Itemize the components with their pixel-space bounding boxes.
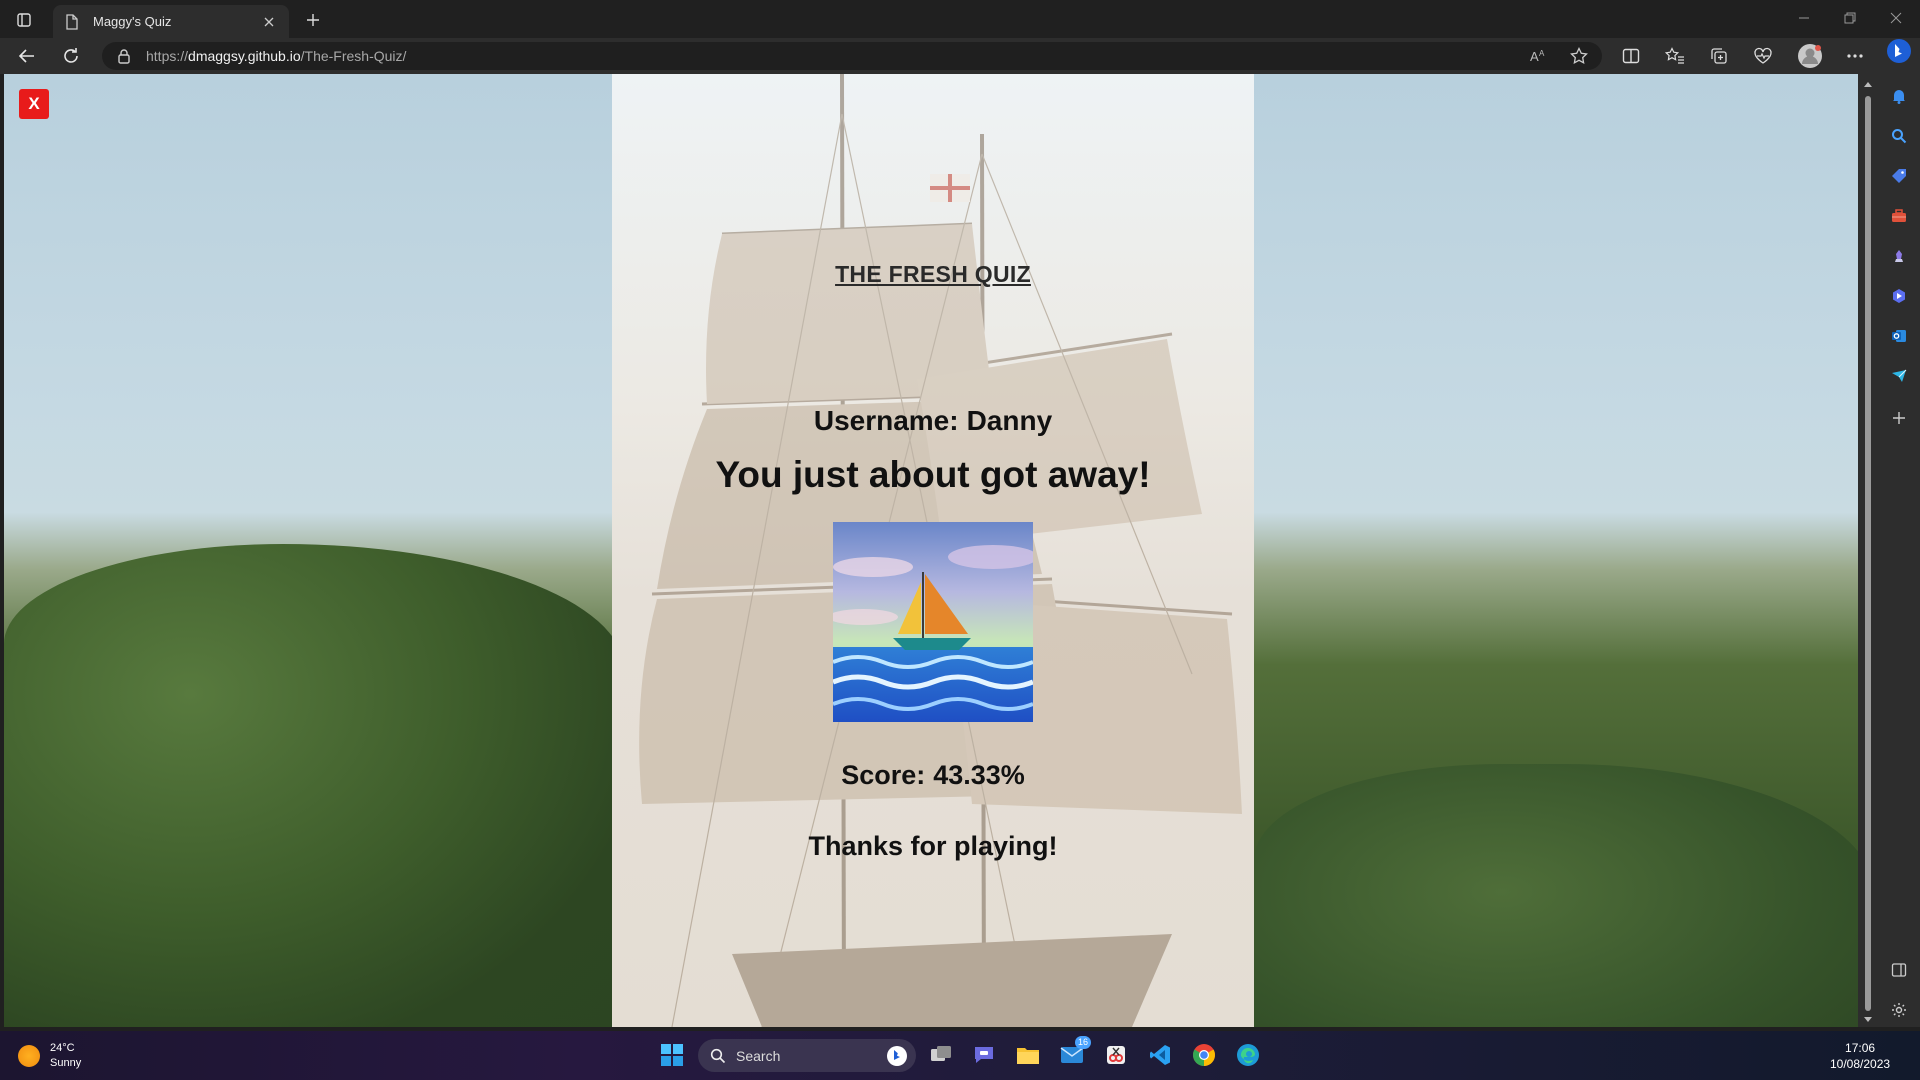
more-options-icon[interactable] <box>1842 44 1868 68</box>
scroll-thumb[interactable] <box>1865 96 1871 1011</box>
weather-temperature: 24°C <box>50 1042 75 1054</box>
quiz-panel: THE FRESH QUIZ Username: Danny You just a… <box>612 74 1254 1027</box>
search-icon <box>710 1048 726 1063</box>
clock-time: 17:06 <box>1845 1041 1876 1055</box>
minimize-icon[interactable] <box>1786 6 1822 30</box>
search-placeholder: Search <box>736 1047 781 1064</box>
favorite-star-icon[interactable] <box>1566 44 1592 68</box>
file-explorer-icon[interactable] <box>1013 1040 1043 1070</box>
svg-text:A: A <box>1539 49 1545 58</box>
lock-icon[interactable] <box>116 48 132 64</box>
quiz-result-content: THE FRESH QUIZ Username: Danny You just a… <box>612 74 1254 1027</box>
score-line: Score: 43.33% <box>612 760 1254 791</box>
background-trees-right <box>1254 764 1858 1027</box>
scroll-down-icon[interactable] <box>1862 1014 1874 1024</box>
notifications-bell-icon[interactable] <box>1887 84 1911 108</box>
close-window-icon[interactable] <box>1878 6 1914 30</box>
tab-close-icon[interactable] <box>259 12 279 32</box>
microsoft-365-icon[interactable] <box>1887 284 1911 308</box>
result-message: You just about got away! <box>715 454 1151 495</box>
username-value: Danny <box>966 405 1053 436</box>
bing-copilot-icon[interactable] <box>1885 36 1913 66</box>
split-screen-icon[interactable] <box>1618 44 1644 68</box>
sailboat-result-image <box>833 522 1033 722</box>
tab-actions-icon[interactable] <box>12 8 36 32</box>
username-line: Username: Danny <box>612 405 1254 437</box>
clock-date: 10/08/2023 <box>1830 1057 1891 1071</box>
read-aloud-icon[interactable]: AA <box>1526 44 1552 68</box>
games-chess-icon[interactable] <box>1887 244 1911 268</box>
tools-briefcase-icon[interactable] <box>1887 204 1911 228</box>
thanks-message: Thanks for playing! <box>808 831 1058 861</box>
page-icon <box>63 13 81 31</box>
taskbar-search-input[interactable]: Search <box>698 1039 916 1072</box>
score-label: Score: <box>841 760 926 790</box>
profile-avatar[interactable] <box>1796 42 1824 70</box>
background-trees <box>4 544 624 1027</box>
mail-unread-badge: 16 <box>1074 1036 1091 1049</box>
browser-toolbar: https://dmaggsy.github.io/The-Fresh-Quiz… <box>0 38 1920 74</box>
search-icon[interactable] <box>1887 124 1911 148</box>
tab-title: Maggy's Quiz <box>93 14 172 29</box>
shopping-tag-icon[interactable] <box>1887 164 1911 188</box>
chrome-icon[interactable] <box>1189 1040 1219 1070</box>
new-tab-icon[interactable] <box>300 8 326 32</box>
sun-icon <box>18 1045 40 1067</box>
hide-sidebar-icon[interactable] <box>1887 958 1911 982</box>
page-viewport: X THE FRESH QUIZ Username: Danny You jus… <box>4 74 1858 1027</box>
edge-browser-icon[interactable] <box>1233 1040 1263 1070</box>
favorites-icon[interactable] <box>1662 44 1688 68</box>
username-label: Username: <box>813 405 959 436</box>
outlook-icon[interactable] <box>1887 324 1911 348</box>
bing-icon <box>887 1045 907 1066</box>
taskbar-clock[interactable]: 17:06 10/08/2023 <box>1830 1040 1890 1072</box>
url-text: https://dmaggsy.github.io/The-Fresh-Quiz… <box>146 48 407 64</box>
task-view-icon[interactable] <box>926 1040 956 1070</box>
scroll-up-icon[interactable] <box>1862 79 1874 89</box>
score-value: 43.33% <box>933 760 1025 790</box>
add-sidebar-app-icon[interactable] <box>1887 406 1911 430</box>
browser-tabbar: Maggy's Quiz <box>0 0 1920 38</box>
refresh-icon[interactable] <box>58 44 84 68</box>
sidebar-settings-gear-icon[interactable] <box>1887 998 1911 1022</box>
weather-condition: Sunny <box>50 1057 82 1069</box>
weather-widget[interactable]: 24°C Sunny <box>18 1041 81 1071</box>
snipping-tool-icon[interactable] <box>1101 1040 1131 1070</box>
address-bar[interactable]: https://dmaggsy.github.io/The-Fresh-Quiz… <box>102 42 1602 70</box>
vscode-icon[interactable] <box>1145 1040 1175 1070</box>
browser-essentials-icon[interactable] <box>1750 44 1776 68</box>
mail-icon[interactable]: 16 <box>1057 1036 1091 1070</box>
windows-start-icon[interactable] <box>657 1040 687 1070</box>
teams-chat-icon[interactable] <box>969 1040 999 1070</box>
windows-taskbar: 24°C Sunny Search 16 17:06 10/08/2023 <box>0 1031 1920 1080</box>
page-title: THE FRESH QUIZ <box>835 261 1031 287</box>
quiz-close-button[interactable]: X <box>19 89 49 119</box>
collections-icon[interactable] <box>1706 44 1732 68</box>
edge-sidebar <box>1878 38 1920 1027</box>
drop-send-icon[interactable] <box>1887 364 1911 388</box>
browser-tab-active[interactable]: Maggy's Quiz <box>53 5 289 38</box>
page-scrollbar[interactable] <box>1858 74 1878 1027</box>
restore-icon[interactable] <box>1832 6 1868 30</box>
svg-text:A: A <box>1530 49 1539 64</box>
back-icon[interactable] <box>14 44 40 68</box>
